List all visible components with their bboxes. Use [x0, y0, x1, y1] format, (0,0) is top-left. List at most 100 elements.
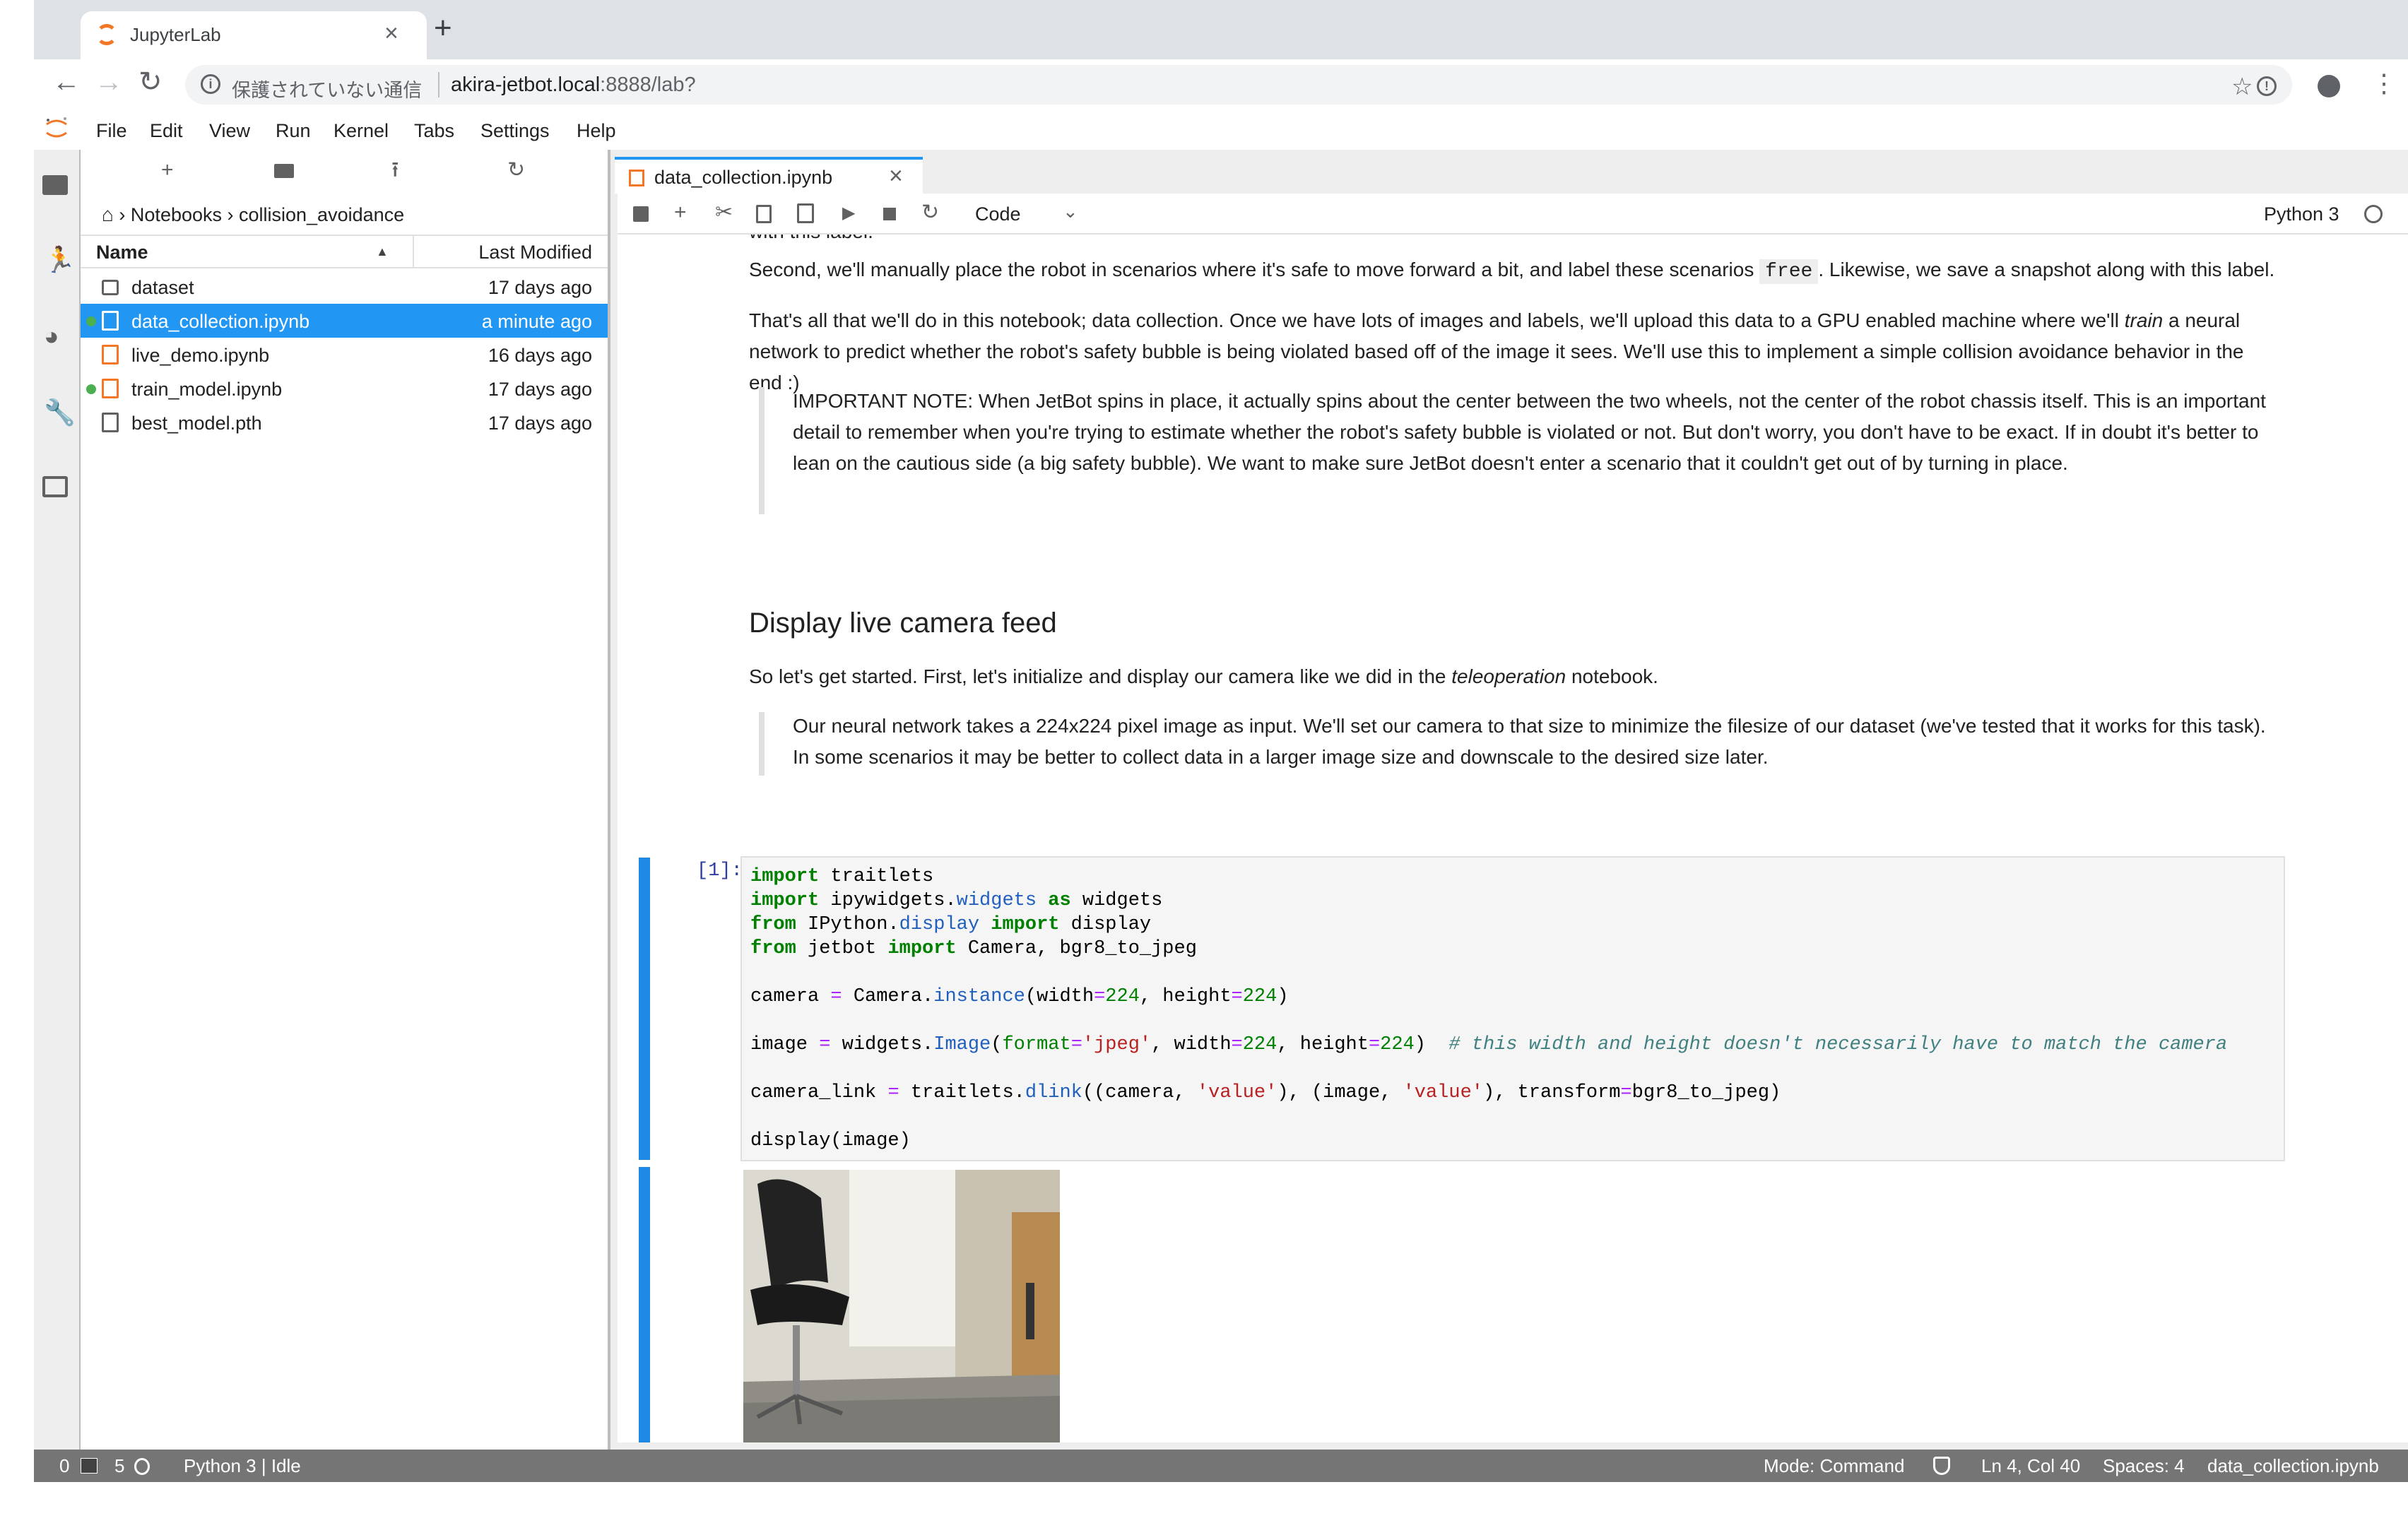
- file-name: data_collection.ipynb: [131, 311, 310, 332]
- markdown-paragraph: So let's get started. First, let's initi…: [749, 661, 2247, 692]
- file-name: train_model.ipynb: [131, 379, 283, 400]
- info-icon[interactable]: i: [201, 74, 220, 94]
- menu-edit[interactable]: Edit: [150, 120, 183, 142]
- emphasis-text: teleoperation: [1451, 665, 1566, 687]
- menu-help[interactable]: Help: [577, 120, 616, 142]
- new-launcher-icon[interactable]: +: [161, 160, 174, 181]
- file-browser: + ⭱ ↻ ⌂ › Notebooks › collision_avoidanc…: [81, 150, 610, 1450]
- file-row-train-model[interactable]: train_model.ipynb 17 days ago: [81, 372, 608, 405]
- run-icon[interactable]: ▶: [842, 205, 855, 222]
- restart-icon[interactable]: ↻: [921, 202, 939, 223]
- profile-avatar-icon[interactable]: [2318, 75, 2340, 97]
- file-modified: 16 days ago: [488, 345, 592, 366]
- browser-tab[interactable]: JupyterLab ×: [81, 11, 427, 59]
- notebook-toolbar: + ✂ ▶ ↻ Code ⌄ Python 3: [618, 194, 2408, 235]
- close-icon[interactable]: ×: [889, 162, 903, 190]
- cursor-position[interactable]: Ln 4, Col 40: [1981, 1455, 2080, 1477]
- chevron-down-icon[interactable]: ⌄: [1063, 201, 1078, 223]
- markdown-line: with this label.: [749, 235, 2247, 247]
- browser-tabstrip: JupyterLab × +: [34, 0, 2408, 59]
- shield-icon[interactable]: [1933, 1457, 1950, 1475]
- menu-kernel[interactable]: Kernel: [334, 120, 389, 142]
- column-name[interactable]: Name: [96, 242, 148, 263]
- paragraph-text: . Likewise, we save a snapshot along wit…: [1818, 259, 2275, 280]
- cell-type-select[interactable]: Code: [975, 203, 1021, 225]
- new-tab-icon[interactable]: +: [434, 13, 452, 44]
- terminal-count[interactable]: 0: [59, 1455, 69, 1477]
- kernel-session-icon[interactable]: [134, 1458, 150, 1475]
- close-icon[interactable]: ×: [384, 20, 399, 47]
- output-collapser[interactable]: [639, 1167, 650, 1442]
- tab-data-collection[interactable]: data_collection.ipynb ×: [615, 157, 923, 194]
- cut-icon[interactable]: ✂: [715, 202, 733, 223]
- menu-run[interactable]: Run: [276, 120, 311, 142]
- reload-icon[interactable]: ↻: [138, 68, 163, 96]
- terminal-icon[interactable]: [81, 1458, 98, 1474]
- url-path: :8888/lab?: [600, 73, 696, 96]
- kernel-count[interactable]: 5: [114, 1455, 124, 1477]
- security-status: 保護されていない通信: [232, 80, 423, 101]
- notebook-icon: [102, 379, 119, 398]
- bookmark-star-icon[interactable]: ☆: [2231, 75, 2253, 99]
- file-list-header: Name ▲ Last Modified: [81, 235, 608, 268]
- file-modified: 17 days ago: [488, 413, 592, 434]
- column-divider[interactable]: [413, 236, 414, 267]
- palette-icon[interactable]: ◕: [44, 324, 59, 349]
- jupyter-logo-icon: [46, 117, 67, 138]
- stop-icon[interactable]: [883, 208, 896, 220]
- running-icon[interactable]: 🏃: [44, 247, 76, 273]
- url-host: akira-jetbot.local: [451, 73, 601, 96]
- section-heading: Display live camera feed: [749, 608, 1057, 639]
- code-editor[interactable]: import traitlets import ipywidgets.widge…: [740, 856, 2285, 1161]
- sort-ascending-icon[interactable]: ▲: [376, 244, 389, 259]
- file-row-live-demo[interactable]: live_demo.ipynb 16 days ago: [81, 338, 608, 372]
- forward-icon[interactable]: →: [95, 68, 123, 96]
- notebook-content: with this label. Second, we'll manually …: [618, 235, 2408, 1442]
- file-modified: 17 days ago: [488, 379, 592, 400]
- url[interactable]: akira-jetbot.local:8888/lab?: [451, 73, 696, 97]
- markdown-paragraph: That's all that we'll do in this noteboo…: [749, 305, 2247, 398]
- browser-menu-icon[interactable]: ⋮: [2371, 71, 2397, 96]
- save-icon[interactable]: [633, 206, 649, 222]
- menu-file[interactable]: File: [96, 120, 127, 142]
- back-icon[interactable]: ←: [52, 68, 81, 96]
- extension-icon[interactable]: !: [2257, 76, 2277, 96]
- upload-icon[interactable]: ⭱: [391, 160, 399, 181]
- paragraph-text: notebook.: [1566, 665, 1658, 687]
- blockquote-bar: [759, 387, 765, 514]
- tabs-icon[interactable]: [42, 476, 68, 497]
- running-indicator-icon: [86, 316, 96, 326]
- execution-prompt: [1]:: [697, 860, 743, 882]
- column-last-modified[interactable]: Last Modified: [478, 242, 592, 263]
- markdown-paragraph: Second, we'll manually place the robot i…: [749, 254, 2303, 288]
- breadcrumb: ⌂ › Notebooks › collision_avoidance: [102, 203, 405, 225]
- inline-code: free: [1759, 259, 1819, 284]
- insert-cell-icon[interactable]: +: [674, 202, 687, 223]
- file-row-data-collection[interactable]: data_collection.ipynb a minute ago: [81, 304, 608, 338]
- copy-icon[interactable]: [756, 205, 772, 223]
- kernel-name[interactable]: Python 3: [2264, 203, 2339, 225]
- kernel-idle-icon: [2364, 205, 2383, 223]
- paste-icon[interactable]: [797, 203, 814, 223]
- breadcrumb-path[interactable]: Notebooks › collision_avoidance: [131, 204, 404, 225]
- folder-icon[interactable]: [42, 175, 68, 195]
- emphasis-text: train: [2124, 309, 2164, 331]
- notebook-tab-title: data_collection.ipynb: [654, 167, 833, 188]
- indent-spaces[interactable]: Spaces: 4: [2103, 1455, 2185, 1477]
- menu-view[interactable]: View: [209, 120, 250, 142]
- refresh-icon[interactable]: ↻: [507, 160, 525, 181]
- notebook-panel: + ✂ ▶ ↻ Code ⌄ Python 3 with this label.…: [618, 194, 2408, 1442]
- notebook-icon: [102, 345, 119, 365]
- new-folder-icon[interactable]: [274, 164, 294, 178]
- file-row-dataset[interactable]: dataset 17 days ago: [81, 270, 608, 304]
- home-icon[interactable]: ⌂: [102, 203, 114, 225]
- code-text: import traitlets import ipywidgets.widge…: [750, 866, 2228, 1151]
- wrench-icon[interactable]: 🔧: [44, 400, 76, 425]
- cell-collapser[interactable]: [639, 858, 650, 1160]
- address-bar[interactable]: i 保護されていない通信 akira-jetbot.local:8888/lab…: [185, 65, 2292, 105]
- menu-settings[interactable]: Settings: [480, 120, 550, 142]
- menu-tabs[interactable]: Tabs: [414, 120, 454, 142]
- file-modified: a minute ago: [481, 311, 592, 332]
- file-row-best-model[interactable]: best_model.pth 17 days ago: [81, 405, 608, 439]
- kernel-status[interactable]: Python 3 | Idle: [184, 1455, 301, 1477]
